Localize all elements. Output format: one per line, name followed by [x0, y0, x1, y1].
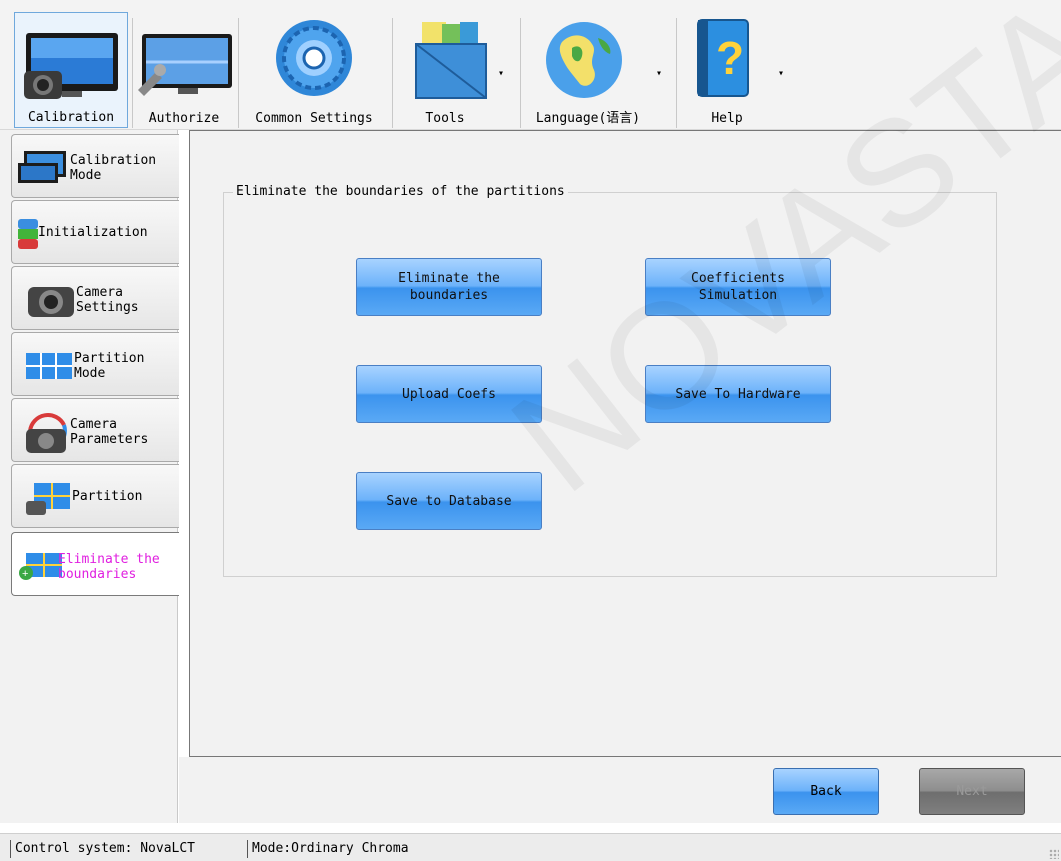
nav-item-label: Camera Parameters	[70, 417, 149, 447]
toolbar-authorize-label: Authorize	[148, 111, 220, 126]
toolbar-tools-button[interactable]: ▾ Tools	[400, 12, 512, 128]
back-button[interactable]: Back	[773, 768, 879, 815]
globe-icon	[546, 22, 622, 98]
toolbar-separator	[520, 18, 521, 128]
mode-status: Mode:Ordinary Chroma	[247, 840, 409, 858]
partition-monitor-icon	[26, 483, 70, 515]
toolbar-tools-label: Tools	[425, 111, 465, 126]
save-to-hardware-button[interactable]: Save To Hardware	[645, 365, 831, 423]
svg-text:+: +	[22, 568, 28, 580]
toolbar-help-button[interactable]: ? ▾ Help	[680, 12, 790, 128]
nav-item-label: Initialization	[38, 225, 148, 240]
nav-item-eliminate-boundaries[interactable]: + Eliminate the boundaries	[11, 532, 179, 596]
toolbar-separator	[132, 18, 133, 128]
tools-dropdown-arrow-icon[interactable]: ▾	[498, 68, 504, 79]
database-icon	[18, 219, 38, 249]
help-dropdown-arrow-icon[interactable]: ▾	[778, 68, 784, 79]
control-system-status: Control system: NovaLCT	[10, 840, 195, 858]
nav-item-partition-mode[interactable]: Partition Mode	[11, 332, 179, 396]
nav-item-label: Calibration Mode	[70, 153, 157, 183]
wizard-footer: Back Next	[179, 757, 1061, 823]
wizard-step-nav: Calibration Mode Initialization Camera S…	[0, 130, 179, 823]
nav-item-label: Eliminate the boundaries	[58, 552, 160, 582]
save-to-database-button[interactable]: Save to Database	[356, 472, 542, 530]
monitor-camera-icon	[24, 33, 118, 99]
monitor-icon	[18, 151, 66, 183]
nav-item-label: Partition	[72, 489, 143, 504]
coefficients-simulation-button[interactable]: Coefficients Simulation	[645, 258, 831, 316]
monitor-wrench-icon	[138, 34, 232, 96]
toolbar-calibration-button[interactable]: Calibration	[14, 12, 128, 128]
toolbar-common-settings-button[interactable]: Common Settings	[242, 12, 386, 128]
toolbox-icon	[415, 22, 487, 99]
main-panel: Eliminate the boundaries of the partitio…	[189, 130, 1061, 757]
upload-coefs-button[interactable]: Upload Coefs	[356, 365, 542, 423]
toolbar-separator	[676, 18, 677, 128]
nav-item-camera-settings[interactable]: Camera Settings	[11, 266, 179, 330]
nav-item-camera-parameters[interactable]: Camera Parameters	[11, 398, 179, 462]
eliminate-boundaries-button[interactable]: Eliminate the boundaries	[356, 258, 542, 316]
toolbar-help-label: Help	[711, 111, 743, 126]
gear-icon	[276, 20, 352, 96]
toolbar-calibration-label: Calibration	[27, 110, 115, 125]
camera-icon	[28, 287, 74, 317]
resize-grip-icon[interactable]	[1049, 849, 1059, 859]
grid-icon	[26, 353, 72, 379]
camera-refresh-icon	[26, 413, 67, 453]
next-button: Next	[919, 768, 1025, 815]
toolbar-separator	[392, 18, 393, 128]
help-book-icon: ?	[697, 19, 749, 97]
nav-item-calibration-mode[interactable]: Calibration Mode	[11, 134, 179, 198]
toolbar-authorize-button[interactable]: Authorize	[134, 12, 234, 128]
svg-text:?: ?	[716, 32, 744, 84]
language-dropdown-arrow-icon[interactable]: ▾	[656, 68, 662, 79]
nav-item-partition[interactable]: Partition	[11, 464, 179, 528]
status-bar: Control system: NovaLCT Mode:Ordinary Ch…	[0, 833, 1061, 861]
eliminate-boundaries-groupbox: Eliminate the boundaries of the partitio…	[223, 184, 997, 577]
toolbar-language-label: Language(语言)	[535, 111, 641, 126]
nav-item-label: Partition Mode	[74, 351, 145, 381]
toolbar-separator	[238, 18, 239, 128]
toolbar-language-button[interactable]: ▾ Language(语言)	[524, 12, 672, 128]
nav-item-initialization[interactable]: Initialization	[11, 200, 179, 264]
groupbox-title: Eliminate the boundaries of the partitio…	[233, 184, 568, 199]
nav-item-label: Camera Settings	[76, 285, 139, 315]
toolbar-common-settings-label: Common Settings	[255, 111, 373, 126]
main-toolbar: Calibration Authorize Common Settings ▾ …	[0, 0, 1061, 130]
